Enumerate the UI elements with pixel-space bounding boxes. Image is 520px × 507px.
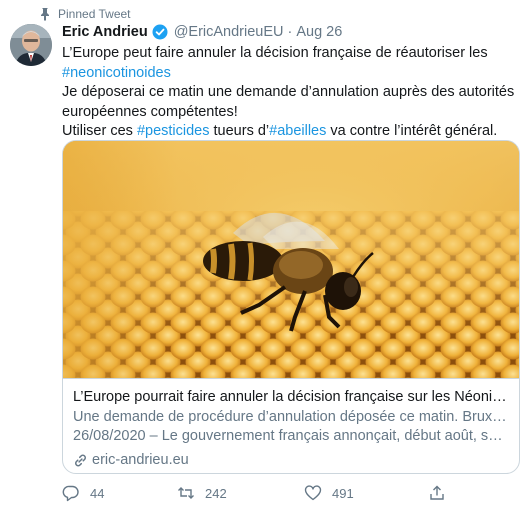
tweet-text-segment: tueurs d’ — [209, 123, 270, 139]
like-count: 491 — [332, 485, 354, 501]
reply-icon — [62, 484, 80, 502]
heart-icon — [304, 484, 322, 502]
share-icon — [428, 484, 446, 502]
pinned-tweet-label: Pinned Tweet — [58, 7, 131, 21]
pinned-tweet-indicator: Pinned Tweet — [38, 6, 131, 22]
tweet-header: Eric Andrieu @EricAndrieuEU · Aug 26 — [62, 22, 514, 42]
card-domain-link[interactable]: eric-andrieu.eu — [73, 451, 509, 470]
retweet-count: 242 — [205, 485, 227, 501]
hashtag-link[interactable]: #abeilles — [269, 123, 326, 139]
tweet-text-segment: Utiliser ces — [62, 123, 137, 139]
card-description: Une demande de procédure d’annulation dé… — [73, 408, 509, 446]
hashtag-link[interactable]: #pesticides — [137, 123, 210, 139]
separator-dot: · — [287, 24, 293, 40]
tweet-text-segment: va contre l’intérêt général. — [326, 123, 498, 139]
tweet-text: L’Europe peut faire annuler la décision … — [62, 44, 514, 142]
reply-button[interactable]: 44 — [62, 484, 104, 502]
link-preview-card[interactable]: L’Europe pourrait faire annuler la décis… — [62, 140, 520, 474]
pin-icon — [38, 7, 52, 21]
author-name[interactable]: Eric Andrieu — [62, 22, 148, 42]
tweet-date[interactable]: Aug 26 — [296, 22, 342, 42]
retweet-button[interactable]: 242 — [177, 484, 227, 502]
share-button[interactable] — [428, 484, 446, 502]
verified-badge-icon — [152, 24, 168, 40]
link-icon — [73, 453, 88, 468]
card-description-line: Une demande de procédure d’annulation dé… — [73, 409, 509, 425]
tweet-body: Eric Andrieu @EricAndrieuEU · Aug 26 L’E… — [62, 22, 514, 142]
retweet-icon — [177, 484, 195, 502]
tweet-actions: 44 242 491 — [62, 484, 482, 504]
card-title[interactable]: L’Europe pourrait faire annuler la décis… — [73, 388, 509, 407]
card-info[interactable]: L’Europe pourrait faire annuler la décis… — [63, 378, 519, 473]
reply-count: 44 — [90, 485, 105, 501]
tweet-text-line: Je déposerai ce matin une demande d’annu… — [62, 84, 515, 100]
hashtag-link[interactable]: #neonicotinoides — [62, 65, 171, 81]
like-button[interactable]: 491 — [304, 484, 354, 502]
avatar[interactable] — [10, 24, 52, 66]
tweet-text-line: L’Europe peut faire annuler la décision … — [62, 45, 488, 61]
tweet-text-line: européennes compétentes! — [62, 103, 238, 120]
card-image-bee-on-honeycomb[interactable] — [63, 141, 519, 378]
card-description-line: 26/08/2020 – Le gouvernement français an… — [73, 428, 509, 444]
card-domain[interactable]: eric-andrieu.eu — [92, 451, 189, 470]
author-handle[interactable]: @EricAndrieuEU — [174, 22, 284, 42]
